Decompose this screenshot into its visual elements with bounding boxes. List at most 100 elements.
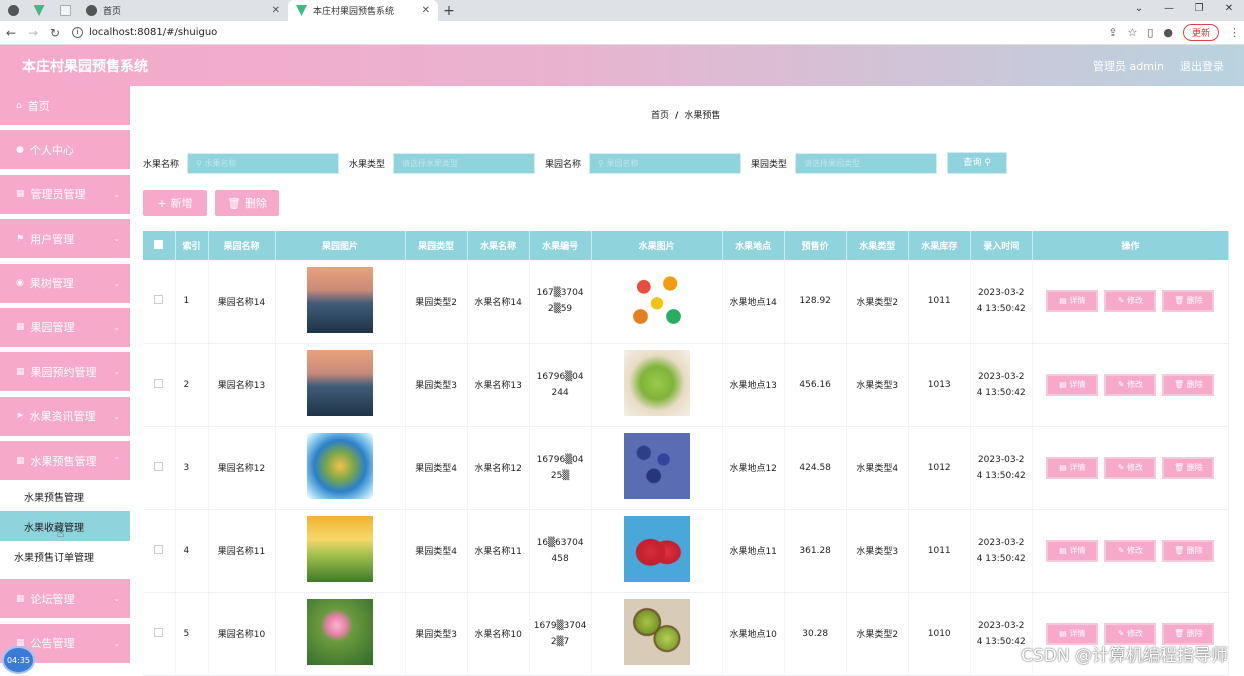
cell-fruit-code: 16▒63704 458: [529, 509, 592, 593]
fruit-image: [623, 599, 690, 665]
sidebar-item-trees[interactable]: ◉ 果树管理 ⌄: [0, 263, 130, 304]
sidebar-item-orchards[interactable]: ▦ 果园管理 ⌄: [0, 307, 130, 348]
reload-icon[interactable]: ↻: [44, 26, 66, 40]
row-checkbox[interactable]: [143, 426, 176, 510]
submenu-presale[interactable]: 水果预售管理: [0, 481, 130, 511]
fruit-name-placeholder: 水果名称: [204, 158, 237, 168]
new-tab-button[interactable]: +: [438, 0, 460, 21]
row-delete-button[interactable]: 🗑 删除: [1162, 456, 1215, 479]
send-icon: ➤: [16, 411, 24, 422]
sidebar-item-forum[interactable]: ▦ 论坛管理 ⌄: [0, 579, 130, 620]
sidebar-item-presale[interactable]: ▦ 水果预售管理 ⌃: [0, 441, 130, 482]
cell-index: 1: [175, 260, 209, 344]
cell-index: 5: [175, 592, 209, 676]
table-row: 3 果园名称12 果园类型4 水果名称12 16796▒04 25▒ 水果地点12 424.5…: [143, 426, 1230, 510]
sidebar-item-home[interactable]: ⌂ 首页: [0, 86, 130, 126]
fruit-name-input[interactable]: ⚲ 水果名称: [187, 152, 340, 174]
edit-button[interactable]: ✎ 修改: [1104, 290, 1157, 313]
submenu-favorites[interactable]: 水果收藏管理: [0, 511, 130, 542]
grid-icon: ▦: [16, 366, 25, 377]
sidebar-item-admin[interactable]: ▦ 管理员管理 ⌄: [0, 174, 130, 215]
sidebar-item-label: 首页: [27, 99, 50, 113]
minimize-icon[interactable]: —: [1154, 0, 1184, 21]
close-icon[interactable]: ✕: [422, 5, 430, 16]
more-icon[interactable]: ⋮: [1229, 26, 1240, 39]
add-button[interactable]: + 新增: [143, 190, 207, 216]
cell-fruit-image: [591, 260, 723, 344]
orchard-name-input[interactable]: ⚲ 果园名称: [589, 152, 742, 174]
edit-button[interactable]: ✎ 修改: [1104, 539, 1157, 562]
sidebar-item-reservations[interactable]: ▦ 果园预约管理 ⌄: [0, 352, 130, 393]
profile-icon[interactable]: ●: [1163, 26, 1173, 39]
breadcrumb: 首页 / 水果预售: [651, 108, 720, 121]
detail-button[interactable]: ▤ 详情: [1046, 373, 1099, 396]
breadcrumb-home[interactable]: 首页: [651, 111, 669, 121]
cell-fruit-name: 水果名称11: [467, 509, 530, 593]
browser-tab[interactable]: [0, 0, 26, 21]
trash-icon: 🗑: [1174, 628, 1187, 638]
edit-label: 修改: [1126, 296, 1143, 306]
submenu-orders[interactable]: 水果预售订单管理: [0, 541, 130, 571]
row-checkbox[interactable]: [143, 592, 176, 676]
orchard-name-label: 果园名称: [545, 159, 582, 170]
cell-orchard-type: 果园类型2: [405, 260, 468, 344]
cell-price: 456.16: [784, 343, 847, 427]
detail-button[interactable]: ▤ 详情: [1046, 290, 1099, 313]
browser-tab[interactable]: [52, 0, 78, 21]
cell-fruit-image: [591, 509, 723, 593]
share-icon[interactable]: ⇪: [1108, 26, 1117, 39]
star-icon[interactable]: ☆: [1127, 26, 1137, 39]
sidebar-item-news[interactable]: ➤ 水果资讯管理 ⌄: [0, 396, 130, 437]
col-header: 水果图片: [591, 231, 723, 260]
forward-arrow-icon[interactable]: →: [22, 26, 44, 40]
sidebar-item-label: 果园预约管理: [30, 365, 97, 379]
back-arrow-icon[interactable]: ←: [0, 26, 22, 40]
cell-orchard-name: 果园名称14: [208, 260, 276, 344]
close-icon[interactable]: ✕: [272, 5, 280, 16]
update-button[interactable]: 更新: [1182, 24, 1219, 41]
select-all-checkbox[interactable]: [143, 231, 176, 260]
sidebar-item-profile[interactable]: ● 个人中心: [0, 130, 130, 171]
row-delete-button[interactable]: 🗑 删除: [1162, 539, 1215, 562]
cell-orchard-name: 果园名称13: [208, 343, 276, 427]
query-button[interactable]: 查询 ⚲: [947, 152, 1008, 174]
cell-orchard-image: [275, 343, 406, 427]
row-delete-button[interactable]: 🗑 删除: [1162, 290, 1215, 313]
cell-orchard-name: 果园名称10: [208, 592, 276, 676]
close-icon[interactable]: ✕: [1214, 0, 1244, 21]
browser-tab[interactable]: [26, 0, 52, 21]
cell-time: 2023-03-2 4 13:50:42: [970, 260, 1033, 344]
sidebar-item-users[interactable]: ⚑ 用户管理 ⌄: [0, 219, 130, 260]
vue-icon: [296, 5, 307, 16]
restore-icon[interactable]: ❐: [1184, 0, 1214, 21]
chevron-down-icon: ⌄: [113, 411, 120, 421]
trash-icon: 🗑: [1174, 462, 1187, 472]
cell-orchard-image: [275, 426, 406, 510]
table-row: 1 果园名称14 果园类型2 水果名称14 167▒3704 2▒59 水果地点14 128.…: [143, 260, 1230, 344]
edit-button[interactable]: ✎ 修改: [1104, 373, 1157, 396]
row-checkbox[interactable]: [143, 509, 176, 593]
hand-cursor-icon: ☝: [57, 526, 65, 540]
recording-timer[interactable]: 04:35: [2, 646, 35, 674]
browser-tab-active[interactable]: 本庄村果园预售系统 ✕: [288, 0, 438, 21]
orchard-type-select[interactable]: 请选择果园类型: [795, 152, 938, 174]
url-field[interactable]: i localhost:8081/#/shuiguo: [72, 27, 217, 38]
delete-button[interactable]: 🗑 删除: [215, 190, 279, 216]
browser-tab[interactable]: 首页 ✕: [78, 0, 288, 21]
edit-button[interactable]: ✎ 修改: [1104, 456, 1157, 479]
logout-link[interactable]: 退出登录: [1180, 58, 1224, 74]
detail-button[interactable]: ▤ 详情: [1046, 539, 1099, 562]
row-delete-button[interactable]: 🗑 删除: [1162, 373, 1215, 396]
detail-label: 详情: [1069, 462, 1086, 472]
row-checkbox[interactable]: [143, 260, 176, 344]
time-line2: 4 13:50:42: [976, 553, 1026, 564]
chevron-down-icon[interactable]: ⌄: [1124, 0, 1154, 21]
sidebar-icon[interactable]: ▯: [1147, 26, 1153, 39]
col-header: 果园图片: [275, 231, 406, 260]
detail-button[interactable]: ▤ 详情: [1046, 456, 1099, 479]
row-checkbox[interactable]: [143, 343, 176, 427]
chevron-down-icon: ⌄: [113, 322, 120, 332]
sidebar-item-label: 水果预售管理: [30, 454, 97, 468]
fruit-type-select[interactable]: 请选择水果类型: [393, 152, 536, 174]
cell-stock: 1011: [908, 509, 971, 593]
